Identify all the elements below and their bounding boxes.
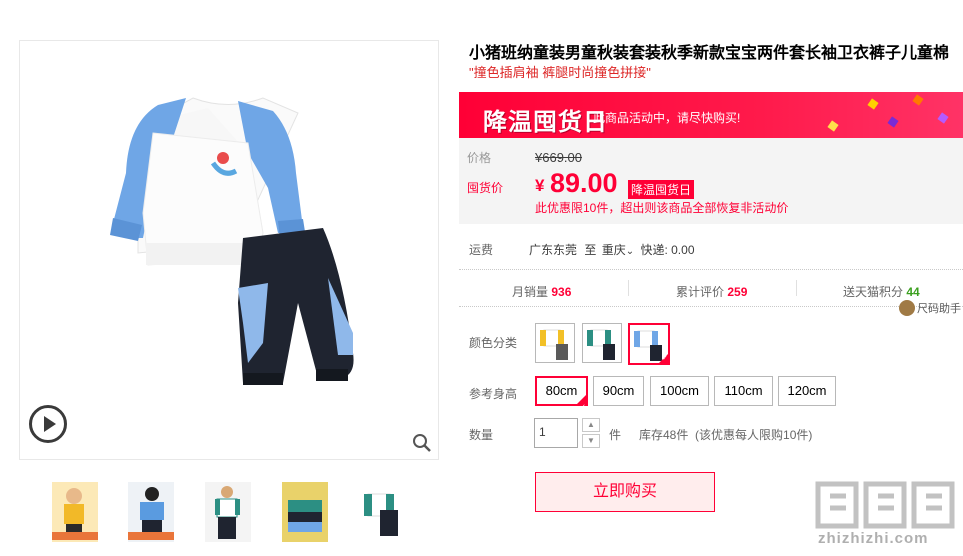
color-swatch-yellow[interactable]: [535, 323, 575, 363]
tmall-points: 送天猫积分 44: [843, 285, 920, 299]
confetti-icon: [912, 94, 924, 106]
limit-note: 此优惠限10件，超出则该商品全部恢复非活动价: [535, 201, 789, 215]
confetti-icon: [867, 98, 879, 110]
size-label: 参考身高: [469, 387, 518, 401]
play-video-icon[interactable]: [29, 405, 67, 443]
banner-title: 降温囤货日: [483, 109, 608, 136]
color-swatch-green[interactable]: [582, 323, 622, 363]
promo-banner: 降温囤货日 此商品活动中，请尽快购买!: [459, 92, 963, 138]
selected-check-icon: [576, 394, 587, 421]
confetti-icon: [937, 112, 949, 124]
thumbnail-3[interactable]: [205, 482, 251, 542]
product-page: 小猪班纳童装男童秋装套装秋季新款宝宝两件套长袖卫衣裤子儿童棉 "撞色插肩袖 裤腿…: [0, 0, 963, 556]
quantity-decrease-button[interactable]: ▼: [582, 434, 600, 448]
thumbnail-5[interactable]: [358, 482, 404, 542]
monthly-sales: 月销量 936: [512, 285, 572, 299]
selected-check-icon: [658, 353, 668, 363]
zoom-icon[interactable]: [412, 433, 432, 453]
size-option-100[interactable]: 100cm: [650, 376, 709, 406]
color-label: 颜色分类: [469, 336, 518, 350]
express-fee: 快递: 0.00: [640, 243, 695, 257]
size-option-90[interactable]: 90cm: [593, 376, 644, 406]
currency-symbol: ¥: [535, 176, 545, 195]
quantity-label: 数量: [469, 428, 494, 442]
shipping-label: 运费: [469, 243, 494, 257]
shipping-info: 广东东莞 至 重庆⌄ 快递: 0.00: [529, 241, 695, 258]
product-subtitle: "撞色插肩袖 裤腿时尚撞色拼接": [469, 65, 651, 80]
outfit-image: [110, 97, 354, 385]
total-reviews[interactable]: 累计评价 259: [676, 283, 747, 300]
divider: [628, 280, 629, 296]
ship-destination[interactable]: 重庆⌄: [602, 243, 634, 257]
size-option-120[interactable]: 120cm: [778, 376, 836, 406]
divider: [796, 280, 797, 296]
promo-tag: 降温囤货日: [628, 180, 695, 199]
main-product-image[interactable]: [19, 40, 439, 460]
size-option-80[interactable]: 80cm: [535, 376, 588, 421]
color-swatch-blue[interactable]: [628, 323, 670, 365]
thumbnail-1[interactable]: [52, 482, 98, 542]
buy-now-button[interactable]: 立即购买: [535, 472, 715, 512]
stock-info: 库存48件 (该优惠每人限购10件): [639, 428, 813, 442]
ship-from: 广东东莞: [529, 243, 578, 257]
thumbnail-4[interactable]: [282, 482, 328, 542]
quantity-increase-button[interactable]: ▲: [582, 418, 600, 432]
thumbnail-2[interactable]: [128, 482, 174, 542]
size-option-110[interactable]: 110cm: [714, 376, 773, 406]
banner-subtitle: 此商品活动中，请尽快购买!: [593, 111, 741, 125]
thumbnail-strip: [52, 482, 412, 542]
promo-price: 89.00: [550, 168, 618, 198]
watermark-text: zhizhizhi.com: [818, 530, 929, 547]
chevron-down-icon: ⌄: [625, 246, 635, 257]
stats-bar: 月销量 936 累计评价 259 送天猫积分 44: [459, 269, 963, 307]
quantity-unit: 件: [609, 428, 622, 442]
product-title: 小猪班纳童装男童秋装套装秋季新款宝宝两件套长袖卫衣裤子儿童棉: [469, 45, 950, 62]
promo-price-label: 囤货价: [467, 181, 504, 195]
promo-panel: 降温囤货日 此商品活动中，请尽快购买! 价格 ¥669.00 囤货价 ¥ 89.…: [459, 92, 963, 224]
confetti-icon: [827, 120, 839, 132]
price-label: 价格: [467, 151, 492, 165]
confetti-icon: [887, 116, 899, 128]
ship-to-word: 至: [584, 243, 597, 257]
quantity-input[interactable]: 1: [534, 418, 578, 448]
size-helper-icon: [899, 300, 915, 316]
size-helper[interactable]: 尺码助手: [899, 300, 961, 316]
original-price: ¥669.00: [535, 150, 582, 165]
